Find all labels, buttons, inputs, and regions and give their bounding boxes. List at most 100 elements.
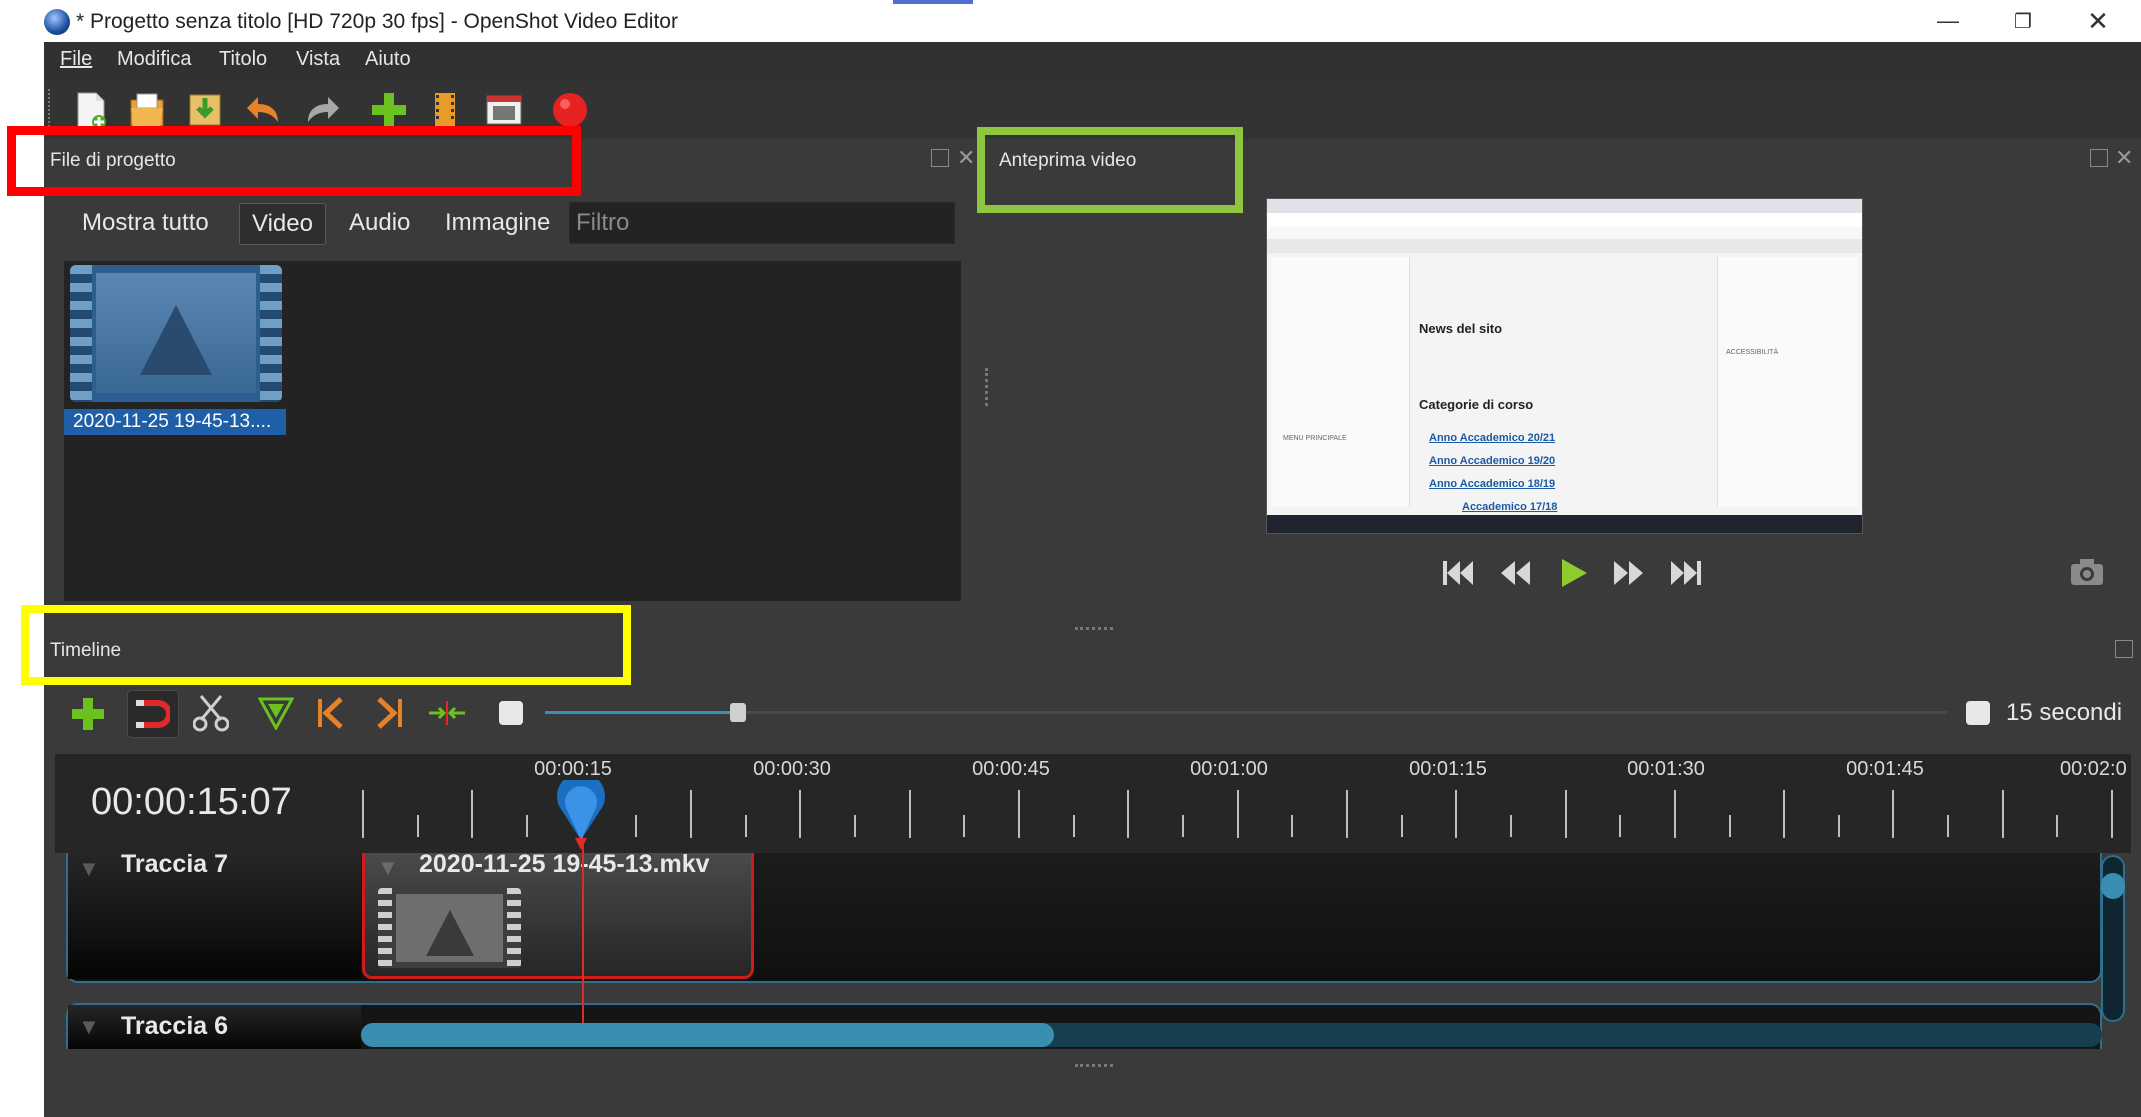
collapse-track-icon[interactable]: ▼ [78,1014,100,1040]
zoom-out-icon[interactable] [499,701,523,725]
jump-start-icon[interactable] [1440,555,1476,591]
accessibility-heading: ACCESSIBILITÀ [1726,349,1779,356]
restore-icon[interactable]: ❐ [1985,0,2061,42]
rewind-icon[interactable] [1497,555,1533,591]
clip-pyramid [426,910,474,956]
ruler-tick [1838,815,1840,837]
preview-float-icon[interactable] [2090,149,2108,167]
fast-forward-icon[interactable] [1611,555,1647,591]
toolbar-grip [48,89,54,131]
openshot-logo-icon [44,9,70,35]
fullscreen-icon[interactable] [484,90,524,130]
new-project-icon[interactable] [70,90,110,130]
menu-view[interactable]: Vista [296,48,340,71]
close-icon[interactable]: ✕ [2060,0,2136,42]
play-icon[interactable] [1555,555,1591,591]
ruler-tick [1783,790,1785,838]
filter-input[interactable]: Filtro [569,202,955,244]
preview-close-icon[interactable]: ✕ [2115,145,2133,171]
undo-icon[interactable] [244,90,284,130]
film-strip-right [507,888,521,968]
import-files-icon[interactable] [369,90,409,130]
clip-collapse-icon[interactable]: ▼ [377,855,399,881]
playhead-line [582,845,584,1023]
tab-image[interactable]: Immagine [433,203,562,243]
previous-marker-icon[interactable] [315,696,347,730]
highlight-project-files [7,126,581,196]
track-label: Traccia 7 [121,850,229,878]
menu-bar: File Modifica Titolo Vista Aiuto [44,42,2141,79]
vertical-scrollbar-thumb[interactable] [2101,873,2125,899]
ruler-tick [1510,815,1512,837]
clip-label: 2020-11-25 19-45-13.mkv [419,850,710,878]
collapse-track-icon[interactable]: ▼ [78,856,100,882]
playhead-icon[interactable] [556,780,606,850]
ruler-tick [1892,790,1894,838]
export-video-icon[interactable] [550,90,590,130]
tab-show-all[interactable]: Mostra tutto [70,203,221,243]
dock-close-icon[interactable]: ✕ [957,145,975,171]
ruler-tick [1619,815,1621,837]
ruler-tick [1346,790,1348,838]
ruler-tick [909,790,911,838]
zoom-in-icon[interactable] [1966,701,1990,725]
site-sidebar-left: MENU PRINCIPALE [1271,257,1410,507]
track-label: Traccia 6 [121,1012,229,1040]
snap-button[interactable] [127,690,179,738]
categories-heading: Categorie di corso [1419,397,1534,412]
minimize-icon[interactable]: — [1910,0,1986,42]
dock-float-icon[interactable] [931,149,949,167]
center-playhead-icon[interactable] [427,700,467,726]
ruler-tick [1018,790,1020,838]
zoom-slider-handle[interactable] [730,703,746,722]
redo-icon[interactable] [302,90,342,130]
site-sidebar-right: ACCESSIBILITÀ [1717,257,1858,507]
timeline-float-icon[interactable] [2115,640,2133,658]
ruler-label: 00:01:15 [1409,758,1487,780]
menu-file[interactable]: File [60,48,92,71]
timeline-ruler[interactable] [55,754,2131,853]
thumbnail-pyramid [140,305,212,375]
add-marker-icon[interactable] [258,696,294,730]
profile-icon[interactable] [425,90,465,130]
save-project-icon[interactable] [185,90,225,130]
title-accent [893,0,973,4]
camera-icon[interactable] [2069,557,2105,587]
razor-icon[interactable] [193,694,229,732]
tab-video[interactable]: Video [239,203,326,245]
window-titlebar: * Progetto senza titolo [HD 720p 30 fps]… [0,0,2141,42]
site-navbar [1267,239,1862,253]
course-link: Anno Accademico 20/21 [1429,432,1556,444]
course-link: Anno Accademico 19/20 [1429,455,1556,467]
ruler-tick [1291,815,1293,837]
video-preview[interactable]: MENU PRINCIPALE News del sito Categorie … [1266,198,1863,534]
file-name-label[interactable]: 2020-11-25 19-45-13.... [64,409,286,435]
jump-end-icon[interactable] [1668,555,1704,591]
file-thumbnail[interactable] [70,265,282,402]
ruler-label: 00:01:00 [1190,758,1268,780]
highlight-preview [977,127,1243,213]
ruler-label: 00:01:45 [1846,758,1924,780]
ruler-label: 00:01:30 [1627,758,1705,780]
menu-edit[interactable]: Modifica [117,48,191,71]
open-project-icon[interactable] [127,90,167,130]
tab-audio[interactable]: Audio [337,203,422,243]
menu-help[interactable]: Aiuto [365,48,411,71]
ruler-tick [1947,815,1949,837]
ruler-tick [1182,815,1184,837]
zoom-label: 15 secondi [2006,699,2123,726]
clip-thumbnail [378,888,521,968]
film-strip-right [260,265,282,402]
zoom-slider-track[interactable] [545,711,1947,714]
zoom-slider-fill [545,711,738,714]
menu-title[interactable]: Titolo [219,48,267,71]
ruler-tick [2056,815,2058,837]
next-marker-icon[interactable] [373,696,405,730]
bottom-splitter-grip[interactable] [1075,1064,1113,1071]
film-strip-left [378,888,392,968]
add-track-icon[interactable] [70,696,106,732]
vertical-splitter-grip[interactable] [985,368,992,406]
horizontal-scrollbar-thumb[interactable] [361,1023,1054,1047]
ruler-tick [963,815,965,837]
horizontal-splitter-grip[interactable] [1075,627,1113,634]
